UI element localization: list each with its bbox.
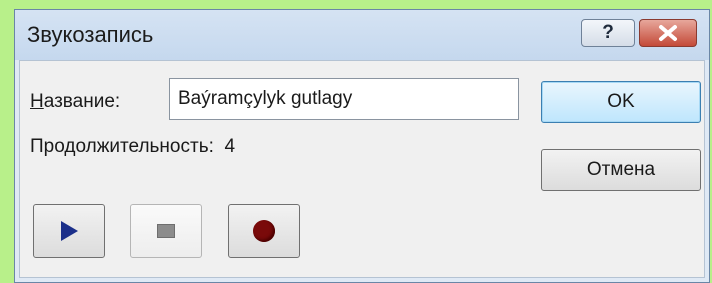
help-button[interactable]: ? (581, 19, 635, 47)
name-label: Название: (30, 91, 120, 113)
ok-button[interactable]: OK (541, 81, 701, 123)
close-icon (659, 25, 677, 41)
duration-label: Продолжительность: (30, 136, 214, 157)
duration-value: 4 (224, 136, 236, 157)
cancel-button[interactable]: Отмена (541, 149, 701, 191)
record-icon (253, 220, 275, 242)
name-label-accelerator: Н (30, 91, 44, 112)
stop-button[interactable] (130, 204, 202, 258)
close-button[interactable] (639, 19, 697, 47)
name-input[interactable] (169, 78, 519, 120)
title-bar[interactable]: Звукозапись ? (15, 10, 709, 60)
sound-record-dialog: Звукозапись ? Название: Продолжительност… (14, 9, 710, 283)
duration-row: Продолжительность: 4 (30, 136, 235, 158)
ok-button-label: OK (607, 91, 635, 112)
cancel-button-label: Отмена (586, 159, 656, 180)
dialog-title: Звукозапись (27, 22, 154, 47)
record-button[interactable] (228, 204, 300, 258)
dialog-body: Название: Продолжительность: 4 OK Отмена (19, 60, 705, 278)
play-button[interactable] (33, 204, 105, 258)
play-icon (60, 221, 78, 241)
help-icon: ? (602, 22, 614, 43)
stop-icon (157, 224, 175, 238)
name-label-text: азвание: (43, 91, 121, 112)
